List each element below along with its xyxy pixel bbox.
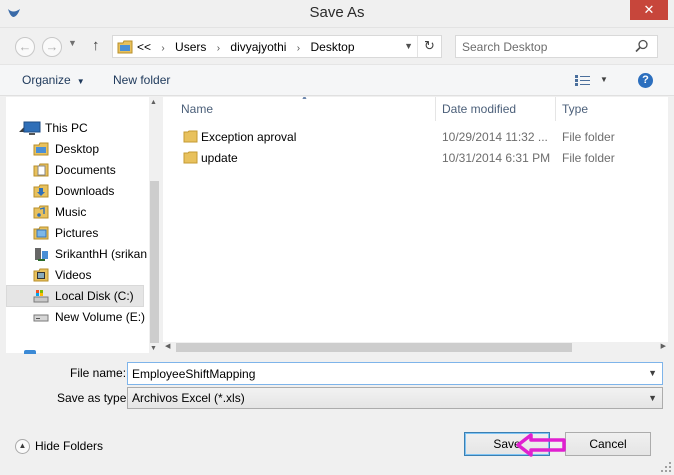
help-icon[interactable]: ? (638, 73, 653, 88)
desktop-folder-icon (33, 142, 49, 156)
folder-icon (183, 130, 198, 143)
forward-arrow-icon: → (45, 39, 59, 54)
refresh-icon: ↻ (424, 38, 435, 53)
file-name-label: File name: (70, 366, 127, 380)
location-folder-icon (117, 40, 133, 54)
pictures-icon (33, 226, 49, 240)
scroll-down-icon[interactable]: ▼ (150, 345, 157, 352)
hide-folders-label: Hide Folders (35, 439, 104, 453)
scroll-right-icon[interactable]: ▶ (661, 342, 666, 350)
sidebar-item-videos[interactable]: Videos (33, 265, 148, 286)
breadcrumb-desktop[interactable]: Desktop (310, 40, 354, 54)
save-type-label: Save as type: (57, 391, 130, 405)
file-name-field[interactable]: ▼ (127, 362, 663, 385)
save-type-select[interactable]: Archivos Excel (*.xls) ▼ (127, 387, 663, 409)
column-divider[interactable] (435, 97, 436, 121)
breadcrumb-overflow[interactable]: << (137, 40, 151, 54)
column-header-date[interactable]: Date modified (442, 97, 516, 121)
dialog-footer: ▲ Hide Folders Save Cancel (0, 418, 674, 475)
recent-locations-dropdown-icon[interactable]: ▼ (68, 38, 77, 48)
sidebar-item-new-volume[interactable]: New Volume (E:) (33, 307, 148, 328)
up-arrow-icon: ↑ (92, 37, 100, 54)
downloads-icon (33, 184, 49, 198)
sidebar-item-documents[interactable]: Documents (33, 160, 148, 181)
refresh-button[interactable]: ↻ (417, 36, 441, 57)
command-bar: Organize ▼ New folder ▼ ? (0, 64, 674, 96)
annotation-arrow-icon (516, 433, 566, 457)
file-name: update (201, 151, 238, 165)
file-row[interactable]: Exception aproval 10/29/2014 11:32 ... F… (163, 127, 668, 148)
sidebar-item-network-user[interactable]: SrikanthH (srikan (33, 244, 148, 265)
file-list: ▲ Name Date modified Type Exception apro… (163, 97, 668, 353)
scroll-up-icon[interactable]: ▲ (150, 99, 157, 106)
column-header-name[interactable]: Name (181, 97, 213, 121)
title-bar: Save As ✕ (0, 0, 674, 28)
file-name: Exception aproval (201, 130, 297, 144)
address-bar[interactable]: << › Users › divyajyothi › Desktop ▼ ↻ (112, 35, 442, 58)
close-button[interactable]: ✕ (630, 0, 668, 20)
file-name-input[interactable] (132, 366, 632, 382)
hide-folders-button[interactable]: ▲ Hide Folders (15, 439, 104, 455)
search-input[interactable] (462, 39, 632, 55)
breadcrumb-users[interactable]: Users (175, 40, 206, 54)
sort-ascending-icon: ▲ (301, 97, 308, 101)
back-button[interactable]: ← (15, 37, 35, 57)
sidebar-item-local-disk[interactable]: Local Disk (C:) (6, 285, 144, 307)
music-icon (33, 205, 49, 219)
sidebar-item-downloads[interactable]: Downloads (33, 181, 148, 202)
file-list-scrollbar[interactable]: ◀ ▶ (163, 342, 668, 353)
column-header-type[interactable]: Type (562, 97, 588, 121)
column-divider[interactable] (555, 97, 556, 121)
new-folder-button[interactable]: New folder (113, 73, 170, 87)
sidebar-item-pictures[interactable]: Pictures (33, 223, 148, 244)
videos-icon (33, 268, 49, 282)
sidebar-item-music[interactable]: Music (33, 202, 148, 223)
navigation-pane: ◢ This PC Desktop Documents Downloads Mu… (6, 97, 160, 353)
sidebar-item-desktop[interactable]: Desktop (33, 139, 148, 160)
organize-label: Organize (22, 73, 71, 87)
navigation-scrollbar-thumb[interactable] (150, 181, 159, 343)
resize-grip-icon[interactable] (661, 462, 671, 472)
organize-menu[interactable]: Organize ▼ (22, 73, 85, 87)
save-type-dropdown-icon: ▼ (648, 393, 657, 403)
file-date: 10/31/2014 6:31 PM (442, 151, 551, 165)
file-type: File folder (562, 151, 615, 165)
file-name-dropdown-icon[interactable]: ▼ (648, 368, 657, 378)
file-row[interactable]: update 10/31/2014 6:31 PM File folder (163, 148, 668, 169)
sidebar-item-this-pc[interactable]: This PC (23, 118, 148, 139)
navigation-bar: ← → ▼ ↑ << › Users › divyajyothi › Deskt… (0, 28, 674, 64)
scroll-left-icon[interactable]: ◀ (165, 342, 170, 350)
up-button[interactable]: ↑ (92, 37, 100, 54)
cancel-button[interactable]: Cancel (565, 432, 651, 456)
address-dropdown-icon[interactable]: ▼ (404, 41, 413, 51)
drive-icon (33, 314, 49, 322)
file-list-scrollbar-thumb[interactable] (176, 343, 572, 352)
organize-dropdown-icon: ▼ (76, 77, 85, 86)
computer-icon (23, 121, 41, 135)
network-user-icon (35, 248, 48, 261)
file-type: File folder (562, 130, 615, 144)
network-stub-icon (24, 350, 36, 354)
breadcrumb: << › Users › divyajyothi › Desktop (137, 40, 355, 54)
change-view-icon[interactable] (574, 74, 592, 87)
forward-button[interactable]: → (42, 37, 62, 57)
search-box[interactable] (455, 35, 658, 58)
collapse-icon: ▲ (15, 439, 30, 455)
file-date: 10/29/2014 11:32 ... (442, 130, 548, 144)
save-type-value: Archivos Excel (*.xls) (132, 391, 245, 405)
folder-icon (183, 151, 198, 164)
search-icon (635, 39, 648, 53)
window-title: Save As (309, 4, 365, 21)
documents-icon (33, 163, 49, 177)
close-icon: ✕ (643, 2, 655, 17)
drive-icon (33, 290, 49, 303)
navigation-scrollbar[interactable]: ▲ ▼ (149, 97, 160, 353)
view-options-dropdown-icon[interactable]: ▼ (600, 75, 608, 84)
back-arrow-icon: ← (18, 39, 32, 54)
breadcrumb-user[interactable]: divyajyothi (230, 40, 286, 54)
